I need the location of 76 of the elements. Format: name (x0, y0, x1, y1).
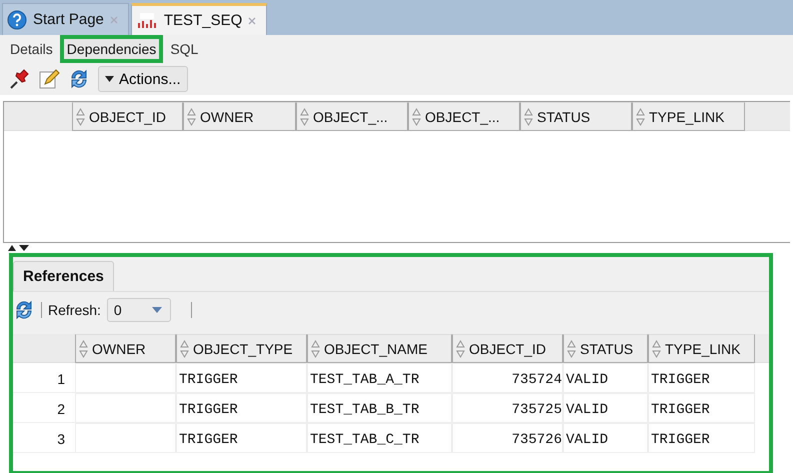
column-title: OBJECT_ID (89, 108, 166, 124)
column-header[interactable]: OBJECT_NAME (307, 334, 452, 363)
column-header[interactable]: OBJECT_ID (452, 334, 563, 363)
column-header[interactable]: STATUS (563, 334, 648, 363)
tab-label[interactable]: Start Page (33, 11, 104, 28)
refresh-dropdown[interactable]: 0 (106, 298, 171, 322)
references-tab[interactable]: References (13, 261, 114, 291)
editor-tab[interactable]: Start Page (2, 3, 129, 35)
sort-icon[interactable] (180, 340, 189, 358)
caret-icon (152, 307, 162, 313)
table-cell: VALID (563, 423, 648, 453)
column-title: TYPE_LINK (649, 108, 724, 124)
column-title: OBJECT_TYPE (193, 340, 293, 356)
sort-icon[interactable] (456, 340, 465, 358)
column-title: OBJECT_NAME (324, 340, 428, 356)
table-cell: VALID (563, 393, 648, 423)
sort-icon[interactable] (636, 108, 645, 126)
column-title: OBJECT_ID (469, 340, 546, 356)
sort-icon[interactable] (567, 340, 576, 358)
editor-tab[interactable]: TEST_SEQ (130, 3, 268, 35)
pin-icon[interactable] (8, 68, 30, 90)
column-title: OWNER (200, 108, 254, 124)
column-header[interactable]: OBJECT_... (408, 102, 520, 131)
column-title: OWNER (92, 340, 146, 356)
sort-icon[interactable] (76, 108, 85, 126)
sub-tab[interactable]: SQL (163, 35, 206, 63)
table-cell: 735725 (452, 393, 563, 423)
table-cell: TRIGGER (176, 393, 307, 423)
table-cell: VALID (563, 363, 648, 393)
table-cell: TEST_TAB_B_TR (307, 393, 452, 423)
bar-chart-icon (136, 12, 158, 30)
column-title: TYPE_LINK (665, 340, 740, 356)
column-header[interactable]: OWNER (75, 334, 176, 363)
dropdown-value: 0 (114, 302, 122, 318)
header-corner (13, 334, 75, 363)
splitter-arrows-icon[interactable] (6, 244, 30, 252)
pencil-icon[interactable] (38, 68, 60, 90)
table-cell: 735726 (452, 423, 563, 453)
column-header[interactable]: STATUS (520, 102, 632, 131)
sort-icon[interactable] (412, 108, 421, 126)
table-cell: TRIGGER (648, 393, 755, 423)
column-header[interactable]: TYPE_LINK (632, 102, 745, 131)
header-filler (745, 102, 790, 131)
refresh-label: Refresh: (41, 302, 101, 318)
column-header[interactable]: OWNER (183, 102, 296, 131)
header-corner (4, 102, 72, 131)
tab-label[interactable]: TEST_SEQ (164, 12, 242, 29)
close-icon[interactable] (248, 16, 256, 24)
help-icon (7, 10, 27, 30)
column-title: STATUS (580, 340, 634, 356)
sort-icon[interactable] (524, 108, 533, 126)
sort-icon[interactable] (187, 108, 196, 126)
column-title: STATUS (537, 108, 590, 124)
sub-tab[interactable]: Dependencies (60, 35, 164, 63)
caret-icon (105, 76, 114, 82)
actions-button[interactable]: Actions... (98, 66, 188, 92)
sort-icon[interactable] (311, 340, 320, 358)
sort-icon[interactable] (652, 340, 661, 358)
table-cell: TRIGGER (648, 363, 755, 393)
column-header[interactable]: OBJECT_... (296, 102, 408, 131)
table-cell: TRIGGER (176, 363, 307, 393)
column-header[interactable]: TYPE_LINK (648, 334, 755, 363)
close-icon[interactable] (110, 16, 118, 24)
table-cell: TEST_TAB_A_TR (307, 363, 452, 393)
column-header[interactable]: OBJECT_ID (72, 102, 183, 131)
table-cell: TRIGGER (176, 423, 307, 453)
table-cell: TEST_TAB_C_TR (307, 423, 452, 453)
table-cell: TRIGGER (648, 423, 755, 453)
sub-tab[interactable]: Details (3, 35, 60, 63)
header-filler (755, 334, 769, 363)
table-cell: 735724 (452, 363, 563, 393)
column-header[interactable]: OBJECT_TYPE (176, 334, 307, 363)
sort-icon[interactable] (300, 108, 309, 126)
column-title: OBJECT_... (313, 108, 388, 124)
column-title: OBJECT_... (425, 108, 500, 124)
sort-icon[interactable] (79, 340, 88, 358)
